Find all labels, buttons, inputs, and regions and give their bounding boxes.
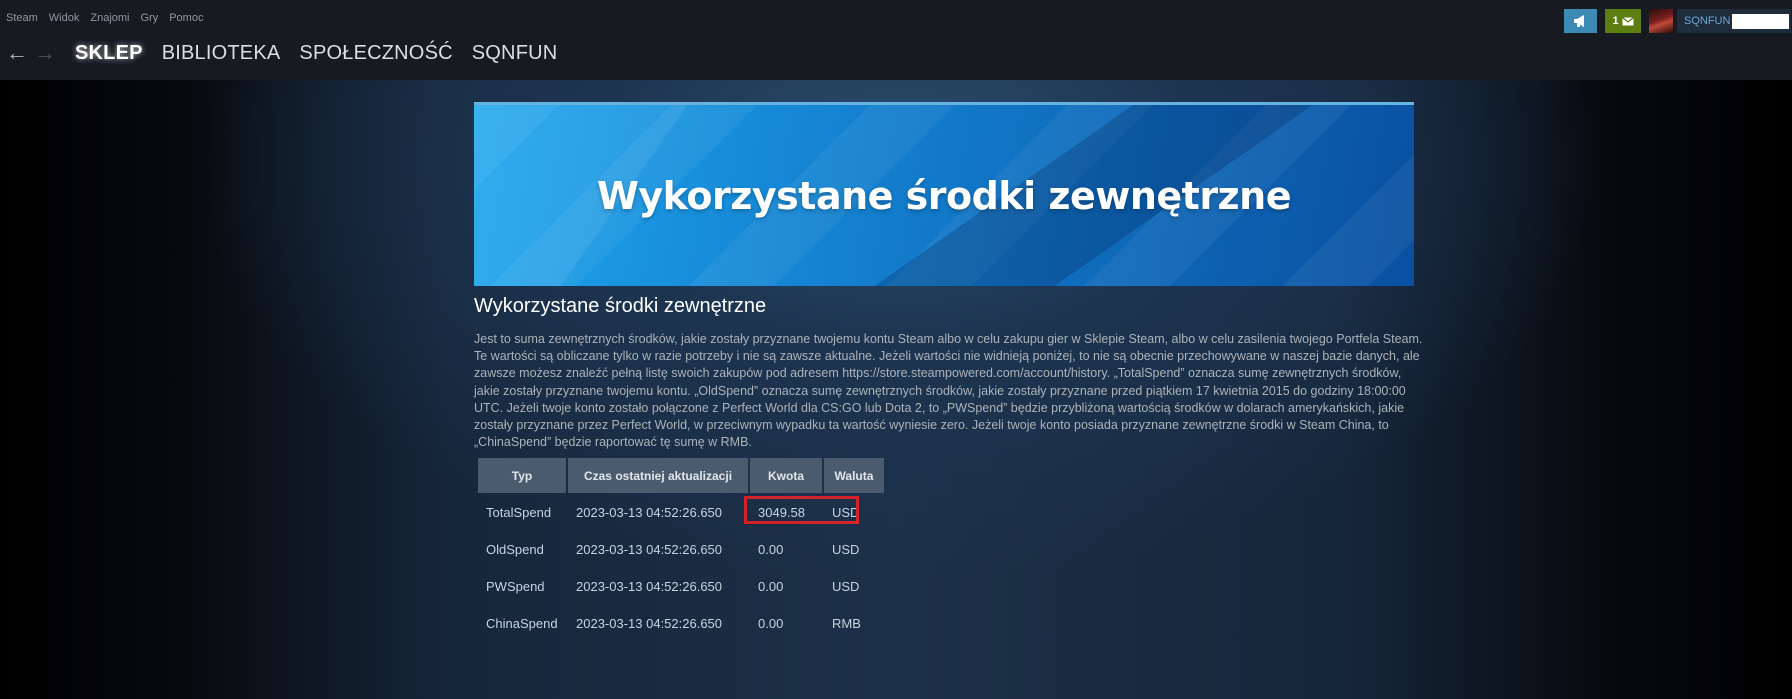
cell-time: 2023-03-13 04:52:26.650 xyxy=(576,542,723,557)
announcements-button[interactable] xyxy=(1564,9,1597,33)
tab-spolecznosc[interactable]: SPOŁECZNOŚĆ xyxy=(299,42,452,65)
tab-sqnfun[interactable]: SQNFUN xyxy=(472,42,558,65)
cell-type: TotalSpend xyxy=(486,505,552,520)
cell-amount: 0.00 xyxy=(758,616,784,631)
cell-amount: 3049.58 xyxy=(758,505,805,520)
redacted-area xyxy=(1732,14,1789,29)
envelope-icon xyxy=(1621,16,1634,25)
table-row: OldSpend 2023-03-13 04:52:26.650 0.00 US… xyxy=(478,532,884,567)
column-header-waluta: Waluta xyxy=(824,458,884,493)
cell-amount: 0.00 xyxy=(758,542,784,557)
table-row: TotalSpend 2023-03-13 04:52:26.650 3049.… xyxy=(478,495,884,530)
description-text: Jest to suma zewnętrznych środków, jakie… xyxy=(474,332,1423,450)
page-title: Wykorzystane środki zewnętrzne xyxy=(474,295,767,317)
main-nav: ← → SKLEP BIBLIOTEKA SPOŁECZNOŚĆ SQNFUN xyxy=(6,40,576,66)
cell-time: 2023-03-13 04:52:26.650 xyxy=(576,579,723,594)
cell-time: 2023-03-13 04:52:26.650 xyxy=(576,505,723,520)
avatar[interactable] xyxy=(1649,9,1673,33)
cell-type: PWSpend xyxy=(486,579,545,594)
megaphone-icon xyxy=(1573,15,1584,27)
column-header-kwota: Kwota xyxy=(750,458,822,493)
banner-title: Wykorzystane środki zewnętrzne xyxy=(596,173,1292,218)
account-menu[interactable]: SQNFUN xyxy=(1677,9,1791,33)
column-header-czas: Czas ostatniej aktualizacji xyxy=(568,458,748,493)
cell-currency: RMB xyxy=(832,616,861,631)
back-arrow-icon[interactable]: ← xyxy=(6,40,34,66)
cell-type: ChinaSpend xyxy=(486,616,558,631)
external-funds-table: Typ Czas ostatniej aktualizacji Kwota Wa… xyxy=(476,456,886,643)
steam-client-header: Steam Widok Znajomi Gry Pomoc ← → SKLEP … xyxy=(0,0,1792,80)
notifications-button[interactable]: 1 xyxy=(1605,9,1641,33)
tab-sklep[interactable]: SKLEP xyxy=(75,42,143,65)
cell-amount: 0.00 xyxy=(758,579,784,594)
menu-bar: Steam Widok Znajomi Gry Pomoc xyxy=(6,12,203,24)
table-row: ChinaSpend 2023-03-13 04:52:26.650 0.00 … xyxy=(478,606,884,641)
cell-currency: USD xyxy=(832,542,860,557)
username: SQNFUN xyxy=(1684,15,1731,27)
forward-arrow-icon[interactable]: → xyxy=(34,40,62,66)
table-row: PWSpend 2023-03-13 04:52:26.650 0.00 USD xyxy=(478,569,884,604)
menu-steam[interactable]: Steam xyxy=(6,12,38,24)
tab-biblioteka[interactable]: BIBLIOTEKA xyxy=(162,42,281,65)
menu-widok[interactable]: Widok xyxy=(49,12,80,24)
page-content: Wykorzystane środki zewnętrzne Wykorzyst… xyxy=(0,80,1792,699)
table-header-row: Typ Czas ostatniej aktualizacji Kwota Wa… xyxy=(478,458,884,493)
menu-znajomi[interactable]: Znajomi xyxy=(90,12,129,24)
hero-banner: Wykorzystane środki zewnętrzne xyxy=(474,102,1414,286)
cell-time: 2023-03-13 04:52:26.650 xyxy=(576,616,723,631)
column-header-typ: Typ xyxy=(478,458,566,493)
menu-pomoc[interactable]: Pomoc xyxy=(169,12,203,24)
cell-type: OldSpend xyxy=(486,542,544,557)
cell-currency: USD xyxy=(832,505,860,520)
notifications-count: 1 xyxy=(1612,15,1619,27)
cell-currency: USD xyxy=(832,579,860,594)
menu-gry[interactable]: Gry xyxy=(140,12,158,24)
